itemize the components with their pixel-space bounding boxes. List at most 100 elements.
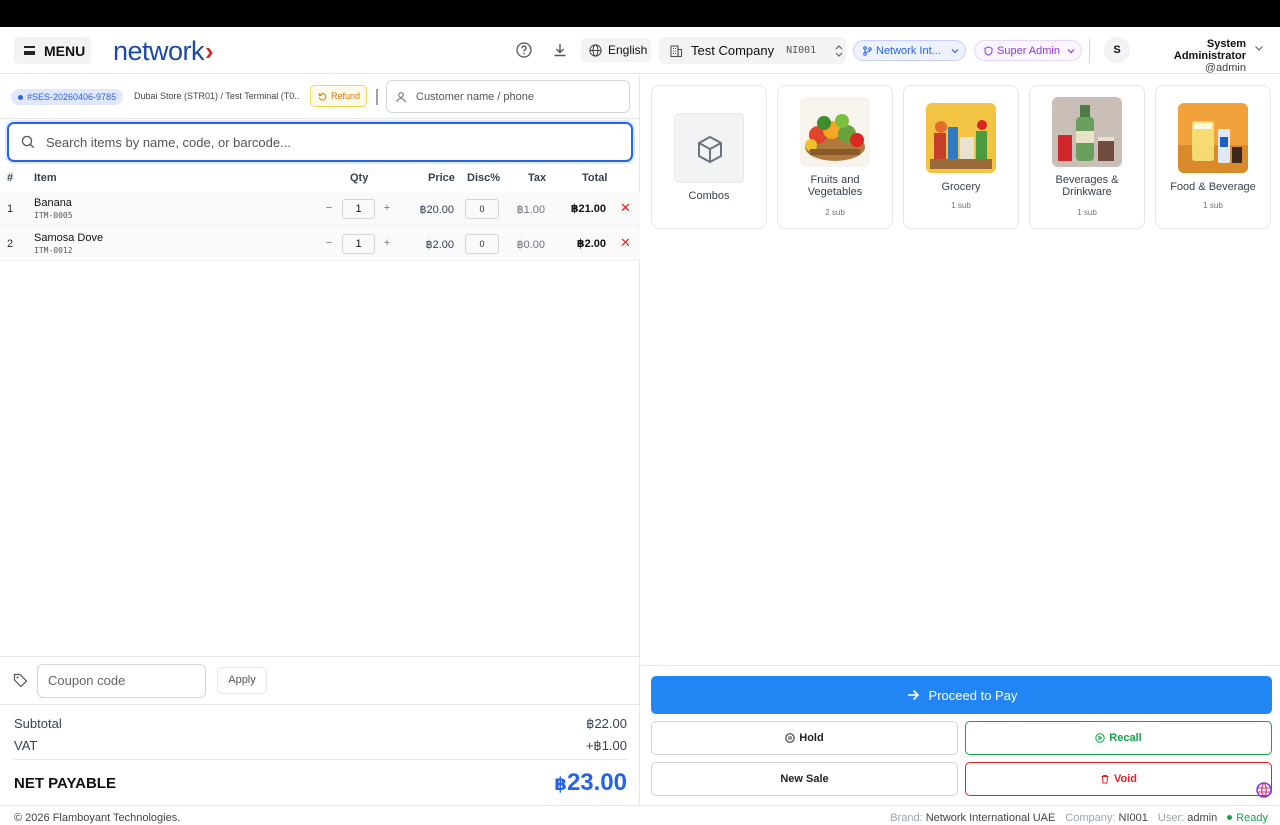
avatar[interactable]: S (1104, 37, 1130, 63)
fruits-basket-image (800, 97, 870, 167)
hold-button[interactable]: Hold (651, 721, 958, 755)
ready-label: Ready (1236, 812, 1268, 824)
session-id: #SES-20260406-9785 (27, 92, 117, 102)
box-icon (674, 113, 744, 183)
category-card-food-beverage[interactable]: Food & Beverage 1 sub (1155, 85, 1271, 229)
currency-icon: ฿ (516, 204, 524, 216)
item-search-input[interactable]: Search items by name, code, or barcode..… (7, 122, 633, 162)
rotate-ccw-icon (318, 92, 327, 101)
cart-table-header: # Item Qty Price Disc% Tax Total (0, 167, 640, 191)
total-value: 2.00 (584, 238, 606, 250)
category-card-grocery[interactable]: Grocery 1 sub (903, 85, 1019, 229)
subtotal-label: Subtotal (14, 716, 62, 731)
assistant-icon[interactable] (1255, 781, 1273, 799)
remove-item-icon[interactable]: ✕ (620, 200, 631, 216)
tag-icon (13, 673, 28, 688)
item-price: ฿20.00 (403, 203, 454, 216)
tax-value: 0.00 (523, 239, 545, 251)
qty-increment-button[interactable]: + (379, 237, 395, 249)
void-button[interactable]: Void (965, 762, 1272, 796)
brand-value: Network International UAE (925, 812, 1056, 824)
category-card-combos[interactable]: Combos (651, 85, 767, 229)
col-disc: Disc% (467, 172, 501, 184)
trash-icon (1101, 775, 1109, 784)
item-code: ITM-0005 (34, 211, 73, 220)
session-badge: #SES-20260406-9785 (11, 89, 124, 105)
help-circle-icon[interactable] (515, 41, 533, 59)
user-menu[interactable]: System Administrator @admin (1139, 38, 1246, 74)
currency-icon: ฿ (554, 774, 567, 794)
network-selector[interactable]: Network Int... (853, 40, 966, 61)
apply-coupon-button[interactable]: Apply (217, 667, 267, 694)
net-payable-value: 23.00 (566, 769, 627, 796)
proceed-to-pay-button[interactable]: Proceed to Pay (651, 676, 1272, 714)
qty-decrement-button[interactable]: − (321, 202, 337, 214)
item-name: Banana (34, 197, 72, 209)
session-bar: #SES-20260406-9785 Dubai Store (STR01) /… (0, 75, 640, 119)
vat-label: VAT (14, 738, 38, 753)
category-label: Fruits and Vegetables (807, 174, 863, 198)
user-key: User: (1157, 812, 1185, 824)
session-dot-icon (18, 94, 23, 100)
net-payable-line: NET PAYABLE ฿23.00 (14, 769, 627, 797)
item-name: Samosa Dove (34, 232, 104, 244)
company-key: Company: (1065, 812, 1116, 824)
category-label: Food & Beverage (1170, 181, 1256, 193)
company-code: NI001 (786, 45, 817, 56)
footer-user: User: admin (1158, 812, 1217, 824)
tax-value: 1.00 (523, 204, 545, 216)
item-tax: ฿0.00 (505, 238, 545, 251)
category-card-beverages[interactable]: Beverages & Drinkware 1 sub (1029, 85, 1145, 229)
row-index: 1 (7, 203, 14, 215)
hold-label: Hold (799, 732, 824, 744)
qty-decrement-button[interactable]: − (321, 237, 337, 249)
subtotal-line: Subtotal ฿22.00 (14, 716, 627, 732)
net-payable-amount: ฿23.00 (554, 769, 627, 797)
role-selector[interactable]: Super Admin (974, 40, 1082, 61)
language-label: English (608, 43, 648, 57)
company-name: Test Company (691, 43, 775, 58)
status-footer: © 2026 Flamboyant Technologies. Brand: N… (0, 805, 1280, 825)
category-label: Beverages & Drinkware (1055, 174, 1119, 198)
footer-company: Company: NI001 (1065, 812, 1148, 824)
discount-input[interactable]: 0 (465, 199, 499, 219)
customer-field[interactable]: Customer name / phone (386, 80, 630, 113)
coupon-input[interactable]: Coupon code (37, 664, 206, 698)
refund-button[interactable]: Refund (310, 85, 367, 107)
row-index: 2 (7, 238, 14, 250)
customer-placeholder: Customer name / phone (416, 90, 535, 103)
download-icon[interactable] (551, 41, 569, 59)
subtotal-amount: ฿22.00 (586, 716, 627, 732)
user-icon (396, 91, 406, 102)
company-selector[interactable]: Test Company NI001 (659, 37, 846, 64)
network-logo[interactable]: network › (113, 36, 214, 67)
new-sale-button[interactable]: New Sale (651, 762, 958, 796)
discount-input[interactable]: 0 (465, 234, 499, 254)
brand-key: Brand: (890, 812, 923, 824)
qty-input[interactable]: 1 (342, 234, 375, 254)
footer-brand: Brand: Network International UAE (890, 812, 1055, 824)
net-payable-label: NET PAYABLE (14, 774, 116, 792)
table-row: 2 Samosa Dove ITM-0012 − 1 + ฿2.00 0 ฿0.… (0, 227, 640, 261)
cart-panel: #SES-20260406-9785 Dubai Store (STR01) /… (0, 75, 640, 805)
menu-button[interactable]: MENU (14, 37, 91, 64)
grocery-image (926, 103, 996, 173)
shield-icon (984, 45, 993, 56)
category-card-fruits[interactable]: Fruits and Vegetables 2 sub (777, 85, 893, 229)
remove-item-icon[interactable]: ✕ (620, 235, 631, 251)
recall-button[interactable]: Recall (965, 721, 1272, 755)
item-tax: ฿1.00 (505, 203, 545, 216)
user-value: admin (1187, 812, 1218, 824)
language-selector[interactable]: English (581, 38, 651, 62)
company-value: NI001 (1118, 812, 1148, 824)
chevron-down-icon[interactable] (1254, 45, 1264, 52)
network-label: Network Int... (876, 44, 941, 57)
qty-input[interactable]: 1 (342, 199, 375, 219)
currency-icon: ฿ (516, 239, 524, 251)
ready-status: Ready (1227, 812, 1268, 824)
category-subcount: 1 sub (1077, 208, 1097, 217)
col-item: Item (34, 172, 57, 184)
status-dot-icon (1227, 815, 1233, 820)
qty-increment-button[interactable]: + (379, 202, 395, 214)
play-circle-icon (1095, 733, 1105, 743)
